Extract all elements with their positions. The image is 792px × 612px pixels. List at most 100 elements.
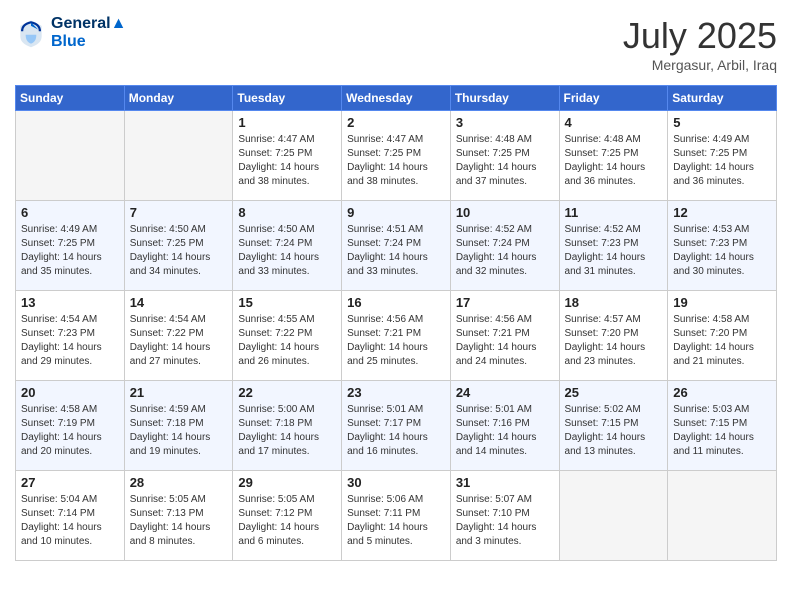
cell-info: Sunrise: 4:49 AMSunset: 7:25 PMDaylight:… [673,133,771,189]
calendar-cell: 20 Sunrise: 4:58 AMSunset: 7:19 PMDayligh… [16,381,125,471]
day-header-friday: Friday [559,86,668,111]
day-number: 21 [130,385,228,400]
day-number: 10 [456,205,554,220]
day-number: 30 [347,475,445,490]
logo-icon [15,17,47,49]
calendar-cell: 7 Sunrise: 4:50 AMSunset: 7:25 PMDaylight… [124,201,233,291]
cell-info: Sunrise: 5:07 AMSunset: 7:10 PMDaylight:… [456,493,554,549]
cell-info: Sunrise: 4:59 AMSunset: 7:18 PMDaylight:… [130,403,228,459]
day-number: 31 [456,475,554,490]
day-number: 3 [456,115,554,130]
cell-info: Sunrise: 5:01 AMSunset: 7:17 PMDaylight:… [347,403,445,459]
day-number: 1 [238,115,336,130]
calendar-cell: 5 Sunrise: 4:49 AMSunset: 7:25 PMDaylight… [668,111,777,201]
day-number: 7 [130,205,228,220]
calendar-cell: 24 Sunrise: 5:01 AMSunset: 7:16 PMDayligh… [450,381,559,471]
cell-info: Sunrise: 5:06 AMSunset: 7:11 PMDaylight:… [347,493,445,549]
calendar-cell: 16 Sunrise: 4:56 AMSunset: 7:21 PMDayligh… [342,291,451,381]
calendar-cell: 28 Sunrise: 5:05 AMSunset: 7:13 PMDayligh… [124,471,233,561]
cell-info: Sunrise: 4:48 AMSunset: 7:25 PMDaylight:… [456,133,554,189]
calendar-cell: 1Sunrise: 4:47 AMSunset: 7:25 PMDaylight… [233,111,342,201]
cell-info: Sunrise: 4:58 AMSunset: 7:20 PMDaylight:… [673,313,771,369]
cell-info: Sunrise: 4:48 AMSunset: 7:25 PMDaylight:… [565,133,663,189]
calendar-cell: 31 Sunrise: 5:07 AMSunset: 7:10 PMDayligh… [450,471,559,561]
cell-info: Sunrise: 4:50 AMSunset: 7:24 PMDaylight:… [238,223,336,279]
cell-info: Sunrise: 4:51 AMSunset: 7:24 PMDaylight:… [347,223,445,279]
calendar-cell: 9 Sunrise: 4:51 AMSunset: 7:24 PMDaylight… [342,201,451,291]
day-header-wednesday: Wednesday [342,86,451,111]
calendar-cell: 30 Sunrise: 5:06 AMSunset: 7:11 PMDayligh… [342,471,451,561]
day-number: 5 [673,115,771,130]
cell-info: Sunrise: 4:56 AMSunset: 7:21 PMDaylight:… [347,313,445,369]
cell-info: Sunrise: 5:03 AMSunset: 7:15 PMDaylight:… [673,403,771,459]
location: Mergasur, Arbil, Iraq [623,57,777,73]
cell-info: Sunrise: 4:52 AMSunset: 7:23 PMDaylight:… [565,223,663,279]
header-row: SundayMondayTuesdayWednesdayThursdayFrid… [16,86,777,111]
calendar-cell: 23 Sunrise: 5:01 AMSunset: 7:17 PMDayligh… [342,381,451,471]
cell-info: Sunrise: 5:02 AMSunset: 7:15 PMDaylight:… [565,403,663,459]
cell-info: Sunrise: 4:52 AMSunset: 7:24 PMDaylight:… [456,223,554,279]
calendar-cell: 3 Sunrise: 4:48 AMSunset: 7:25 PMDaylight… [450,111,559,201]
day-number: 25 [565,385,663,400]
calendar-cell [559,471,668,561]
cell-info: Sunrise: 4:58 AMSunset: 7:19 PMDaylight:… [21,403,119,459]
day-number: 29 [238,475,336,490]
cell-info: Sunrise: 4:54 AMSunset: 7:23 PMDaylight:… [21,313,119,369]
day-number: 9 [347,205,445,220]
day-number: 20 [21,385,119,400]
day-number: 16 [347,295,445,310]
calendar-cell: 22 Sunrise: 5:00 AMSunset: 7:18 PMDayligh… [233,381,342,471]
cell-info: Sunrise: 4:50 AMSunset: 7:25 PMDaylight:… [130,223,228,279]
calendar-cell: 4 Sunrise: 4:48 AMSunset: 7:25 PMDaylight… [559,111,668,201]
cell-info: Sunrise: 4:55 AMSunset: 7:22 PMDaylight:… [238,313,336,369]
day-number: 22 [238,385,336,400]
cell-info: Sunrise: 4:47 AMSunset: 7:25 PMDaylight:… [347,133,445,189]
month-year: July 2025 [623,15,777,57]
day-number: 26 [673,385,771,400]
cell-info: Sunrise: 4:54 AMSunset: 7:22 PMDaylight:… [130,313,228,369]
calendar-cell: 2 Sunrise: 4:47 AMSunset: 7:25 PMDaylight… [342,111,451,201]
cell-info: Sunrise: 5:04 AMSunset: 7:14 PMDaylight:… [21,493,119,549]
logo-text: General▲ Blue [51,15,126,51]
day-number: 15 [238,295,336,310]
day-number: 12 [673,205,771,220]
calendar-cell: 15 Sunrise: 4:55 AMSunset: 7:22 PMDayligh… [233,291,342,381]
day-number: 14 [130,295,228,310]
calendar-cell: 12Sunrise: 4:53 AMSunset: 7:23 PMDayligh… [668,201,777,291]
day-number: 4 [565,115,663,130]
day-header-monday: Monday [124,86,233,111]
cell-info: Sunrise: 5:05 AMSunset: 7:13 PMDaylight:… [130,493,228,549]
day-number: 6 [21,205,119,220]
calendar-cell: 14 Sunrise: 4:54 AMSunset: 7:22 PMDayligh… [124,291,233,381]
cell-info: Sunrise: 5:01 AMSunset: 7:16 PMDaylight:… [456,403,554,459]
day-number: 23 [347,385,445,400]
calendar-cell: 26 Sunrise: 5:03 AMSunset: 7:15 PMDayligh… [668,381,777,471]
calendar-cell [16,111,125,201]
cell-info: Sunrise: 4:49 AMSunset: 7:25 PMDaylight:… [21,223,119,279]
calendar-cell: 21 Sunrise: 4:59 AMSunset: 7:18 PMDayligh… [124,381,233,471]
calendar-cell: 17Sunrise: 4:56 AMSunset: 7:21 PMDayligh… [450,291,559,381]
logo: General▲ Blue [15,15,126,51]
week-row-3: 13Sunrise: 4:54 AMSunset: 7:23 PMDayligh… [16,291,777,381]
day-number: 24 [456,385,554,400]
calendar-cell: 18 Sunrise: 4:57 AMSunset: 7:20 PMDayligh… [559,291,668,381]
day-header-saturday: Saturday [668,86,777,111]
calendar-cell: 11 Sunrise: 4:52 AMSunset: 7:23 PMDayligh… [559,201,668,291]
day-number: 8 [238,205,336,220]
day-number: 28 [130,475,228,490]
cell-info: Sunrise: 5:05 AMSunset: 7:12 PMDaylight:… [238,493,336,549]
cell-info: Sunrise: 5:00 AMSunset: 7:18 PMDaylight:… [238,403,336,459]
day-header-sunday: Sunday [16,86,125,111]
week-row-5: 27 Sunrise: 5:04 AMSunset: 7:14 PMDayligh… [16,471,777,561]
calendar-cell [124,111,233,201]
cell-info: Sunrise: 4:57 AMSunset: 7:20 PMDaylight:… [565,313,663,369]
calendar-cell: 13Sunrise: 4:54 AMSunset: 7:23 PMDayligh… [16,291,125,381]
day-number: 27 [21,475,119,490]
day-number: 2 [347,115,445,130]
day-number: 11 [565,205,663,220]
calendar-cell: 6 Sunrise: 4:49 AMSunset: 7:25 PMDaylight… [16,201,125,291]
calendar-cell: 10 Sunrise: 4:52 AMSunset: 7:24 PMDayligh… [450,201,559,291]
calendar-cell: 27 Sunrise: 5:04 AMSunset: 7:14 PMDayligh… [16,471,125,561]
day-number: 18 [565,295,663,310]
week-row-2: 6 Sunrise: 4:49 AMSunset: 7:25 PMDaylight… [16,201,777,291]
